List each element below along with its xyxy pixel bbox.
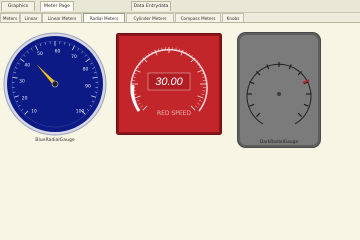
tab-data-entry[interactable]: Data Entrydata (131, 1, 171, 11)
tab-graphics[interactable]: Graphics (1, 1, 35, 11)
red-gauge-readout: 30.00 (155, 76, 183, 88)
blue-tick-label: 80 (83, 67, 89, 73)
red-speed-gauge[interactable]: 30.00 RED SPEED (116, 33, 222, 135)
tab-linear-meters[interactable]: Linear Meters (42, 13, 82, 22)
blue-tick-label: 30 (19, 79, 25, 85)
dark-gauge-hub (277, 92, 281, 96)
blue-gauge-caption: BlueRadialGauge (35, 138, 75, 143)
application-window: Graphics Meter Page Data Entrydata Meter… (0, 0, 360, 240)
blue-tick-label: 70 (71, 54, 77, 60)
blue-gauge-hub (51, 80, 59, 88)
blue-tick-label: 10 (31, 109, 37, 115)
tab-linear[interactable]: Linear (20, 13, 42, 22)
meter-type-tab-bar: Meters Linear Linear Meters Radial Meter… (0, 13, 360, 23)
tab-meters[interactable]: Meters (0, 13, 20, 22)
tab-meter-page[interactable]: Meter Page (40, 1, 74, 11)
blue-tick-label: 40 (24, 63, 30, 69)
dark-radial-gauge[interactable]: DarkRadialGauge (237, 32, 321, 148)
dark-gauge-caption: DarkRadialGauge (260, 139, 299, 145)
tab-knobs[interactable]: Knobs (222, 13, 244, 22)
dark-gauge-face (240, 35, 318, 145)
blue-tick-label: 100 (76, 109, 85, 115)
blue-tick-label: 60 (55, 49, 61, 55)
blue-tick-label: 20 (22, 96, 28, 102)
top-tab-bar: Graphics Meter Page Data Entrydata (0, 0, 360, 13)
tab-radial-meters[interactable]: Radial Meters (83, 13, 125, 22)
radial-meters-panel: 10 20 30 40 50 60 70 80 90 100 BlueRadia… (0, 23, 360, 240)
blue-tick-label: 90 (85, 84, 91, 90)
blue-tick-label: 50 (37, 51, 43, 57)
red-gauge-scale-label: RED SPEED (157, 110, 191, 117)
tab-compass-meters[interactable]: Compass Meters (175, 13, 221, 22)
blue-radial-gauge[interactable]: 10 20 30 40 50 60 70 80 90 100 (2, 31, 108, 137)
tab-cylinder-meters[interactable]: Cylinder Meters (126, 13, 174, 22)
